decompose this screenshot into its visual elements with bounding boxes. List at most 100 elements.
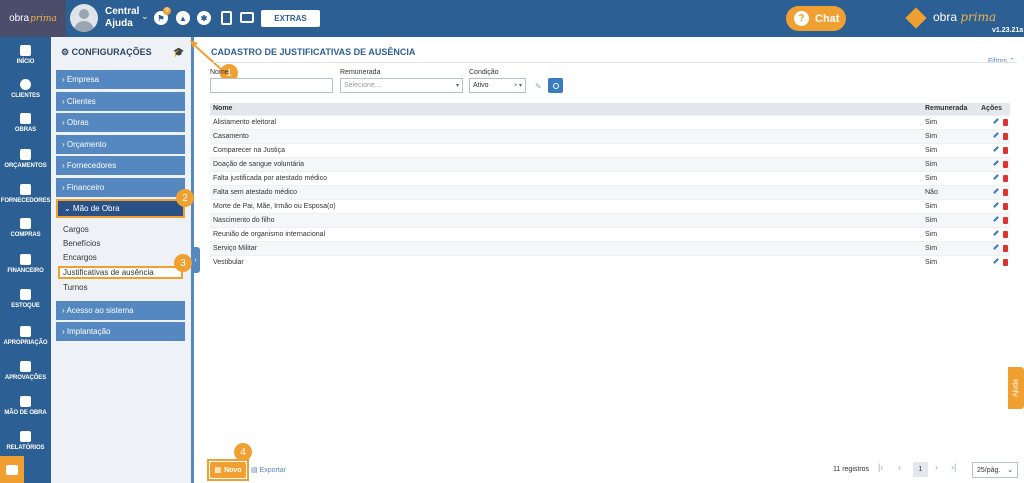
trash-icon[interactable]: [1003, 146, 1008, 154]
next-page-icon[interactable]: ›: [935, 462, 938, 472]
edit-icon[interactable]: [993, 244, 999, 250]
table-row[interactable]: Doação de sangue voluntária Sim: [210, 156, 1010, 171]
remunerada-filter-select[interactable]: Selecione... ▾: [340, 78, 463, 93]
config-sub-justificativas[interactable]: Justificativas de ausência: [58, 266, 183, 279]
table-row[interactable]: Casamento Sim: [210, 128, 1010, 143]
column-remunerada[interactable]: Remunerada: [922, 103, 978, 115]
novo-label: Novo: [224, 466, 242, 474]
trash-icon[interactable]: [1003, 160, 1008, 168]
cell-nome: Vestibular: [210, 254, 922, 269]
cell-acoes: [978, 212, 1010, 227]
notification-badge: 9: [163, 7, 171, 15]
config-item-obras[interactable]: › Obras: [56, 113, 185, 132]
column-nome[interactable]: Nome: [210, 103, 922, 115]
nav-clientes[interactable]: CLIENTES: [0, 75, 51, 109]
config-item-orcamento[interactable]: › Orçamento: [56, 135, 185, 154]
avatar[interactable]: [70, 4, 98, 32]
config-sub-cargos[interactable]: Cargos: [63, 225, 89, 234]
nav-mao-de-obra[interactable]: MÃO DE OBRA: [0, 392, 51, 426]
ajuda-tab[interactable]: Ajuda: [1008, 367, 1024, 409]
current-page[interactable]: 1: [913, 462, 928, 477]
config-item-implantacao[interactable]: › Implantação: [56, 322, 185, 341]
nav-obras[interactable]: OBRAS: [0, 109, 51, 143]
table-row[interactable]: Falta sem atestado médico Não: [210, 184, 1010, 199]
gear-icon[interactable]: ✱: [197, 11, 211, 25]
trash-icon[interactable]: [1003, 258, 1008, 266]
nav-inicio[interactable]: INÍCIO: [0, 41, 51, 75]
trash-icon[interactable]: [1003, 230, 1008, 238]
eraser-icon[interactable]: ✎: [535, 82, 542, 91]
nav-orcamentos[interactable]: ORÇAMENTOS: [0, 145, 51, 179]
config-sub-encargos[interactable]: Encargos: [63, 253, 97, 262]
trash-icon[interactable]: [1003, 118, 1008, 126]
edit-icon[interactable]: [993, 188, 999, 194]
edit-icon[interactable]: [993, 230, 999, 236]
mobile-icon[interactable]: [221, 11, 232, 25]
chat-button[interactable]: ? Chat: [786, 6, 846, 31]
brand-logo: obra prima v1.23.21a: [905, 6, 1023, 34]
monitor-icon[interactable]: [240, 12, 254, 23]
nav-apropriacao[interactable]: APROPRIAÇÃO: [0, 322, 51, 356]
user-name[interactable]: Central Ajuda: [105, 6, 141, 30]
table-row[interactable]: Alistamento eleitoral Sim: [210, 114, 1010, 129]
config-sub-turnos[interactable]: Turnos: [63, 283, 88, 292]
trash-icon[interactable]: [1003, 132, 1008, 140]
table-row[interactable]: Comparecer na Justiça Sim: [210, 142, 1010, 157]
nome-filter-input[interactable]: [210, 78, 333, 93]
graduation-cap-icon[interactable]: ▲: [176, 11, 190, 25]
config-item-acesso[interactable]: › Acesso ao sistema: [56, 301, 185, 320]
truck-icon: [20, 184, 31, 195]
nav-label: COMPRAS: [10, 232, 41, 238]
edit-icon[interactable]: [993, 258, 999, 265]
help-widget-button[interactable]: [0, 456, 24, 483]
nav-compras[interactable]: COMPRAS: [0, 214, 51, 248]
table-row[interactable]: Reunião de organismo internacional Sim: [210, 226, 1010, 241]
prev-page-icon[interactable]: ‹: [898, 462, 901, 472]
filters-toggle[interactable]: Filtros ⌃: [988, 57, 1015, 65]
export-link[interactable]: ▤ Exportar: [251, 466, 286, 474]
nav-fornecedores[interactable]: FORNECEDORES: [0, 180, 51, 214]
condicao-filter-select[interactable]: Ativo × ▾: [469, 78, 526, 93]
edit-icon[interactable]: [993, 202, 999, 208]
first-page-icon[interactable]: |‹: [878, 462, 883, 472]
edit-icon[interactable]: [993, 118, 999, 124]
edit-icon[interactable]: [993, 174, 999, 180]
edit-icon[interactable]: [993, 160, 999, 166]
table-row[interactable]: Nascimento do filho Sim: [210, 212, 1010, 227]
search-button[interactable]: [548, 78, 563, 93]
table-row[interactable]: Falta justificada por atestado médico Sim: [210, 170, 1010, 185]
extras-button[interactable]: EXTRAS: [261, 10, 320, 27]
chevron-down-icon[interactable]: ⌄: [141, 11, 149, 22]
edit-icon[interactable]: [993, 146, 999, 152]
novo-button[interactable]: ▤ Novo: [210, 462, 246, 478]
config-sub-beneficios[interactable]: Benefícios: [63, 239, 100, 248]
trash-icon[interactable]: [1003, 244, 1008, 252]
trash-icon[interactable]: [1003, 188, 1008, 196]
config-item-mao-de-obra[interactable]: ⌄ Mão de Obra: [56, 199, 185, 218]
app-logo[interactable]: obra prima: [0, 0, 66, 37]
table-row[interactable]: Vestibular Sim: [210, 254, 1010, 269]
collapse-sidebar-button[interactable]: ‹: [191, 247, 200, 273]
nav-estoque[interactable]: ESTOQUE: [0, 285, 51, 319]
config-item-empresa[interactable]: › Empresa: [56, 70, 185, 89]
nav-aprovacoes[interactable]: APROVAÇÕES: [0, 357, 51, 391]
table-row[interactable]: Morte de Pai, Mãe, Irmão ou Esposa(o) Sim: [210, 198, 1010, 213]
trash-icon[interactable]: [1003, 202, 1008, 210]
table-row[interactable]: Serviço Militar Sim: [210, 240, 1010, 255]
per-page-select[interactable]: 25/pág. ⌄: [972, 462, 1018, 478]
cell-acoes: [978, 170, 1010, 185]
trash-icon[interactable]: [1003, 216, 1008, 224]
edit-icon[interactable]: [993, 132, 999, 138]
nav-financeiro[interactable]: FINANCEIRO: [0, 250, 51, 284]
edit-icon[interactable]: [993, 216, 999, 222]
boxes-icon: [20, 289, 31, 300]
config-item-financeiro[interactable]: › Financeiro: [56, 178, 185, 197]
nav-label: FINANCEIRO: [7, 268, 44, 274]
config-item-fornecedores[interactable]: › Fornecedores: [56, 156, 185, 175]
cell-acoes: [978, 142, 1010, 157]
trash-icon[interactable]: [1003, 174, 1008, 182]
last-page-icon[interactable]: ›|: [951, 462, 956, 472]
nav-label: APROVAÇÕES: [4, 375, 47, 381]
config-item-clientes[interactable]: › Clientes: [56, 92, 185, 111]
graduation-cap-icon[interactable]: 🎓: [173, 47, 184, 58]
